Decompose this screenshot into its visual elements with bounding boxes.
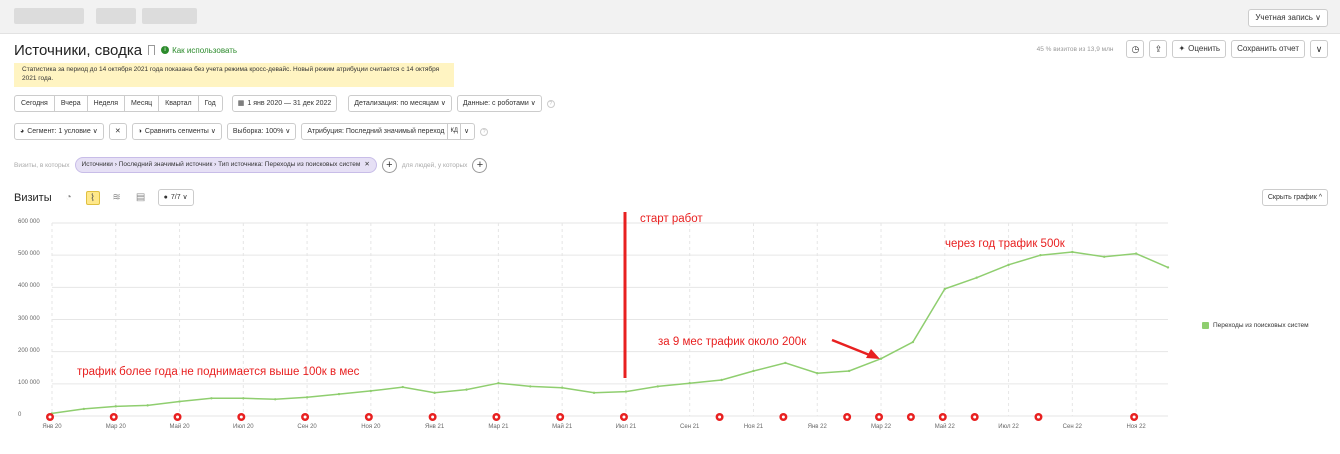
data-point [816,372,819,375]
data-point [305,396,309,399]
data-point [1007,263,1010,267]
event-marker-dot [176,415,180,419]
series-line [51,251,1169,415]
x-tick-label: Мар 22 [870,424,892,430]
data-point [433,391,436,395]
event-marker-dot [494,415,498,419]
legend-swatch [1202,322,1209,329]
event-marker-dot [941,415,945,419]
annotation-nine-months: за 9 мес трафик около 200к [658,336,807,348]
data-point [656,385,660,388]
event-marker-dot [48,415,52,419]
event-marker-dot [558,415,562,419]
x-tick-label: Май 20 [169,424,190,430]
event-marker-dot [973,415,977,419]
chart-legend[interactable]: Переходы из поисковых систем [1202,322,1309,329]
data-point [943,287,946,291]
data-point [497,381,500,385]
event-marker-dot [877,415,881,419]
x-tick-label: Сен 20 [297,424,317,430]
x-tick-label: Янв 20 [42,424,62,430]
data-point [752,369,755,373]
x-tick-label: Ноя 20 [361,424,381,430]
x-tick-label: Янв 22 [807,424,827,430]
data-point [911,340,915,344]
event-marker-dot [367,415,371,419]
data-point [975,276,978,279]
data-point [1071,250,1074,254]
data-point [178,400,181,403]
event-marker-dot [303,415,307,419]
x-tick-label: Ноя 22 [1126,424,1146,430]
data-point [624,390,628,393]
annotation-year: через год трафик 500к [945,238,1065,250]
data-point [242,397,245,400]
data-point [1134,252,1138,255]
data-point [1039,253,1042,257]
annotation-before: трафик более года не поднимается выше 10… [77,366,360,378]
data-point [560,386,564,389]
data-point [114,405,117,408]
data-point [1166,266,1170,269]
y-tick-label: 200 000 [18,347,40,354]
data-point [847,369,851,373]
y-tick-label: 600 000 [18,219,40,225]
data-point [688,381,691,385]
y-tick-label: 100 000 [18,379,40,386]
x-tick-label: Мар 20 [105,424,126,430]
x-tick-label: Сен 21 [680,424,700,430]
event-marker-dot [622,415,626,419]
event-marker-dot [1132,415,1136,419]
x-tick-label: Июл 21 [615,424,637,430]
data-point [337,392,341,396]
x-tick-label: Ноя 21 [743,424,764,430]
x-tick-label: Май 21 [552,424,573,430]
data-point [879,357,883,360]
event-marker-dot [781,415,785,419]
legend-label: Переходы из поисковых систем [1213,322,1309,329]
event-marker-dot [1036,415,1040,419]
data-point [82,407,86,411]
data-point [274,398,277,401]
data-point [720,378,723,382]
data-point [369,389,373,393]
x-tick-label: Янв 21 [425,424,445,430]
x-tick-label: Май 22 [934,424,955,430]
data-point [784,361,787,365]
x-tick-label: Мар 21 [488,424,509,430]
data-point [401,385,404,389]
x-tick-label: Июл 20 [233,424,254,430]
y-tick-label: 500 000 [18,251,40,258]
x-tick-label: Июл 22 [998,424,1019,430]
data-point [210,397,213,400]
annotation-start: старт работ [640,213,703,225]
event-marker-dot [431,415,435,419]
event-marker-dot [718,415,722,419]
data-point [146,404,149,407]
visits-chart [46,212,1170,421]
y-tick-label: 400 000 [18,283,40,290]
y-tick-label: 300 000 [18,315,40,322]
event-marker-dot [845,415,849,419]
y-tick-label: 0 [18,412,22,418]
data-point [1103,255,1106,258]
arrow-line [831,338,873,358]
event-marker-dot [909,415,913,419]
event-marker-dot [239,415,243,419]
x-tick-label: Сен 22 [1062,424,1082,430]
data-point [465,388,468,391]
data-point [529,385,532,388]
event-marker-dot [112,415,116,419]
data-point [592,391,596,395]
